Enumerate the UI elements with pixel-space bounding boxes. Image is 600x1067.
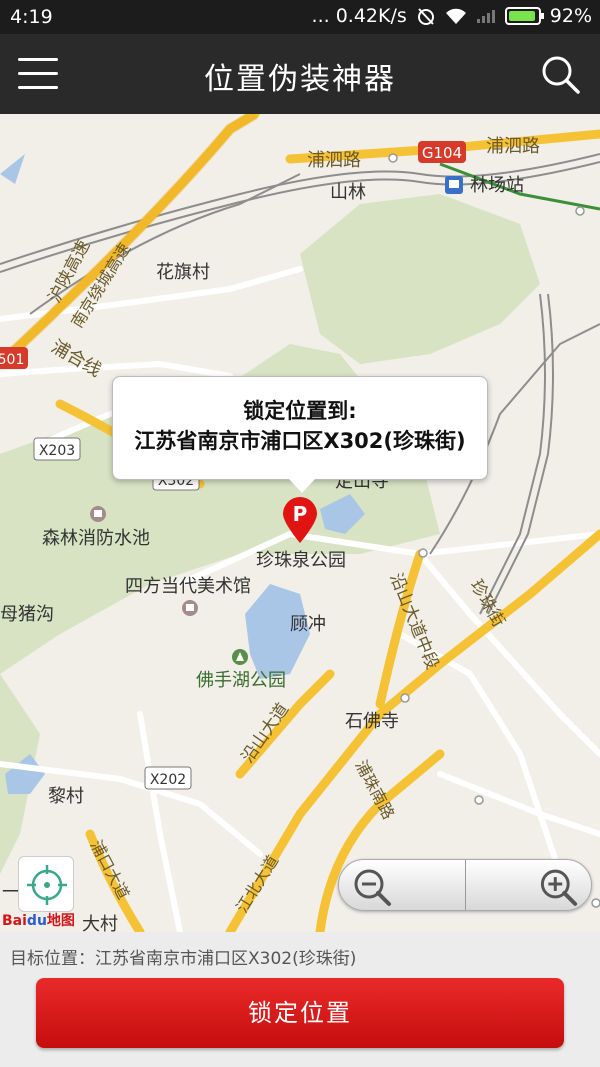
poi-shanlin: 山林 — [330, 182, 366, 203]
road-label-pusi: 浦泗路 — [307, 150, 361, 171]
baidu-logo-paw: du — [26, 913, 47, 929]
road-label-puhe: 浦合线 — [48, 336, 105, 381]
road-shield-s501: 501 — [0, 347, 28, 369]
road-label-jiangbei: 江北大道 — [232, 852, 282, 916]
battery-percent: 92% — [549, 5, 592, 27]
app-bar: 位置伪装神器 — [0, 34, 600, 114]
baidu-logo-suffix: 地图 — [46, 913, 75, 929]
poi-da-village: 大村 — [82, 914, 118, 932]
lock-location-button[interactable]: 锁定位置 — [36, 978, 564, 1048]
poi-dingchong: 顾冲 — [290, 614, 326, 635]
callout-address: 江苏省南京市浦口区X302(珍珠街) — [134, 429, 466, 453]
baidu-map-logo: Baidu地图 — [2, 910, 75, 930]
zoom-out-icon[interactable] — [339, 860, 465, 910]
poi-huaqi-village: 花旗村 — [156, 262, 210, 283]
zoom-in-icon[interactable] — [465, 860, 591, 910]
network-speed: ... 0.42K/s — [311, 5, 407, 27]
status-bar: 4:19 ... 0.42K/s 92% — [0, 0, 600, 34]
poi-shifo-temple: 石佛寺 — [345, 711, 399, 732]
road-shield-g104: G104 — [418, 141, 466, 163]
road-label-pukou: 浦口大道 — [86, 837, 133, 902]
location-pin-icon[interactable]: P — [281, 496, 319, 544]
museum-icon — [90, 506, 106, 522]
svg-text:X202: X202 — [150, 772, 186, 788]
locate-button[interactable] — [18, 856, 74, 912]
museum-icon-2 — [182, 600, 198, 616]
poi-muzhugou: 母猪沟 — [0, 604, 54, 625]
svg-text:X203: X203 — [39, 443, 75, 459]
map-view[interactable]: G104 501 X203 X302 X202 浦泗路 浦泗路 浦合线 沪陕高速… — [0, 114, 600, 932]
crosshair-locate-icon — [27, 865, 67, 905]
poi-linchang-station: 林场站 — [470, 175, 524, 196]
callout-title: 锁定位置到: — [243, 399, 357, 423]
road-shield-x202: X202 — [144, 766, 192, 790]
road-label-yanshan: 沿山大道 — [238, 700, 293, 767]
battery-icon — [504, 7, 544, 25]
target-location-text: 目标位置：江苏省南京市浦口区X302(珍珠街) — [10, 944, 356, 969]
status-indicators: ... 0.42K/s 92% — [312, 5, 592, 27]
status-time: 4:19 — [10, 6, 53, 28]
poi-forest-pool: 森林消防水池 — [42, 528, 150, 549]
poi-li-village: 黎村 — [48, 786, 84, 807]
target-location-label: 目标位置： — [10, 949, 95, 969]
road-shield-x203: X203 — [33, 437, 81, 461]
app-title: 位置伪装神器 — [204, 62, 396, 97]
poi-zhenzhuquan-park: 珍珠泉公园 — [256, 550, 346, 571]
baidu-logo-brand: Bai — [2, 913, 27, 929]
battery-level — [508, 11, 535, 21]
svg-text:P: P — [293, 502, 308, 526]
search-icon[interactable] — [538, 52, 582, 96]
location-callout: 锁定位置到: 江苏省南京市浦口区X302(珍珠街) — [112, 376, 488, 493]
park-icon — [232, 649, 248, 665]
poi-sifang-museum: 四方当代美术馆 — [125, 576, 251, 597]
station-icon — [445, 176, 463, 194]
poi-foshouhu-park: 佛手湖公园 — [196, 670, 286, 691]
wifi-icon — [445, 8, 466, 24]
zoom-controls — [338, 859, 592, 911]
signal-icon — [476, 10, 495, 23]
alarm-off-icon — [417, 8, 434, 25]
road-label-pusi-east: 浦泗路 — [486, 136, 540, 157]
svg-text:G104: G104 — [422, 144, 462, 162]
target-location-value: 江苏省南京市浦口区X302(珍珠街) — [95, 949, 357, 969]
svg-text:501: 501 — [0, 352, 24, 368]
